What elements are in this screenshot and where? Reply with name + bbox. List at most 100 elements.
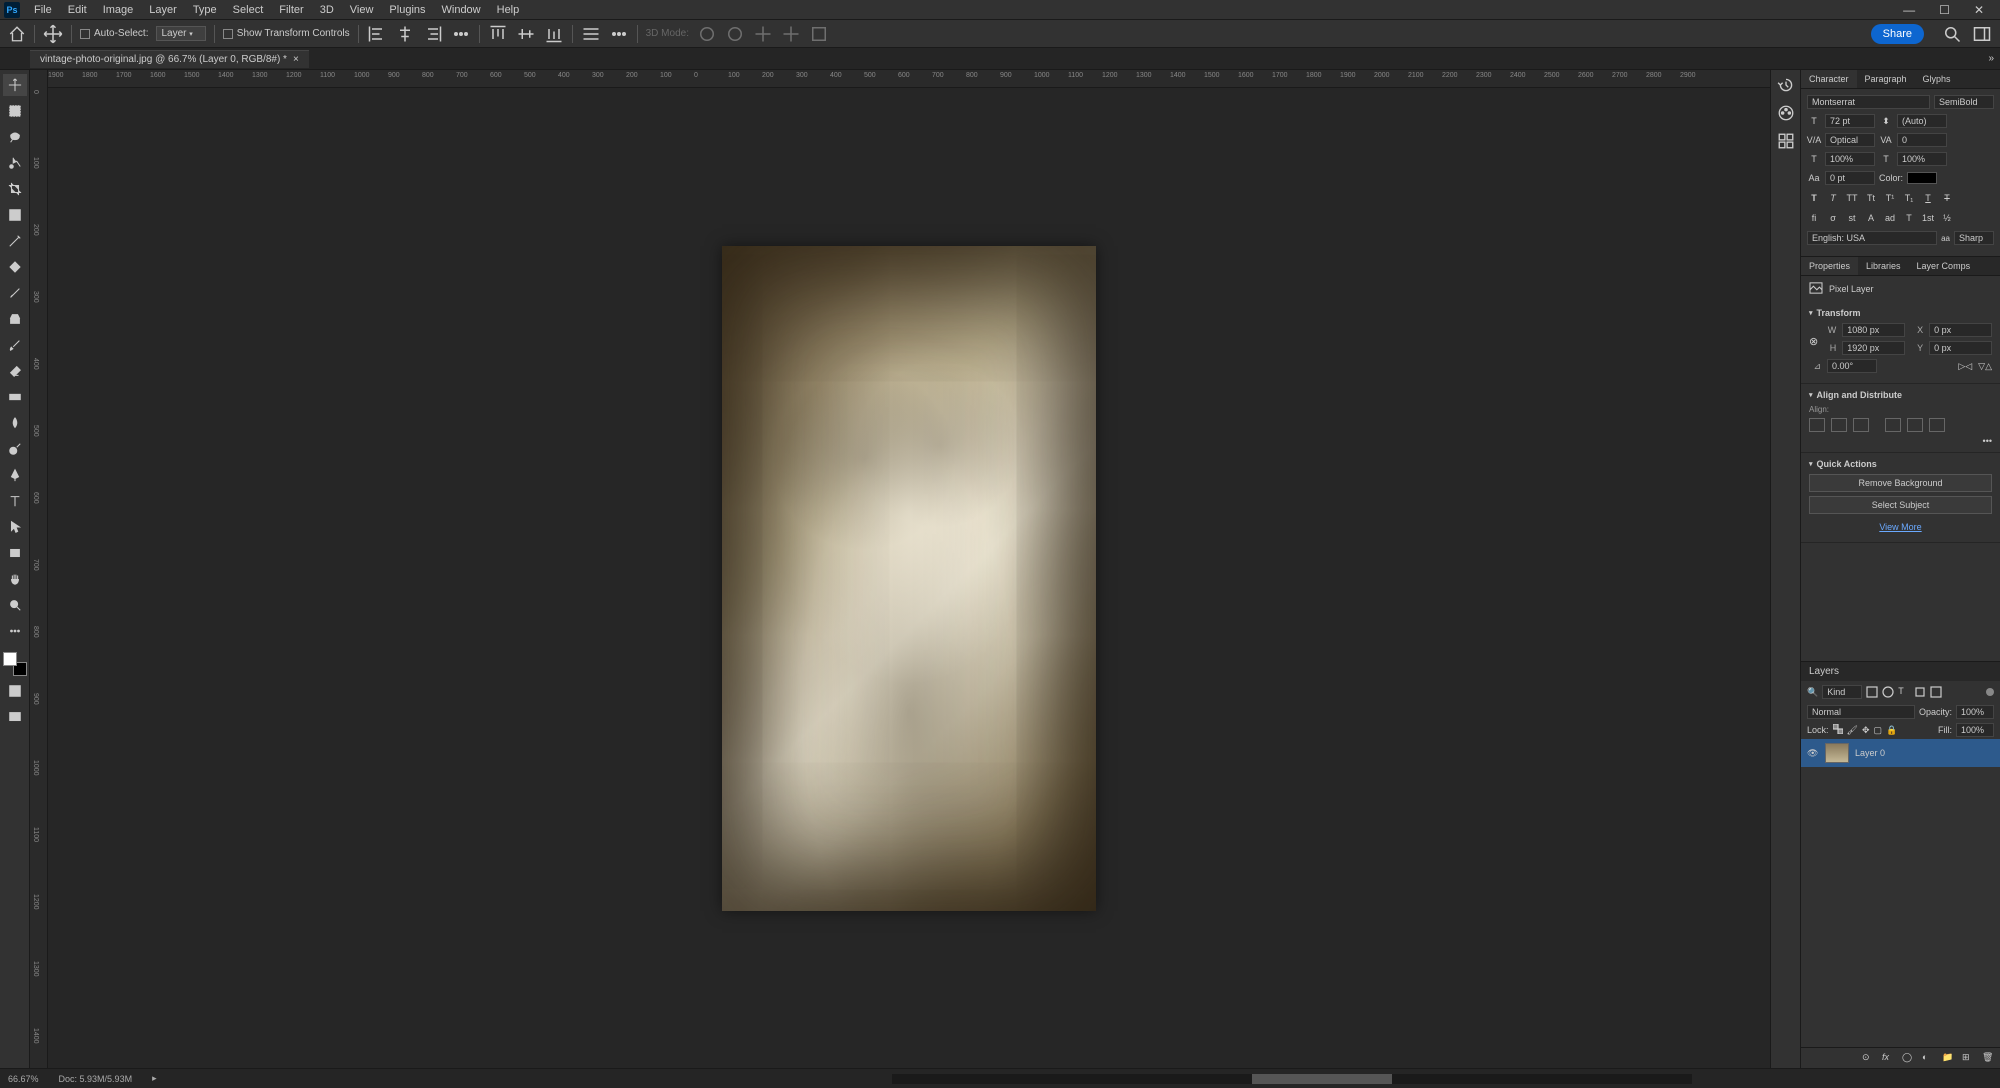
blend-mode-dropdown[interactable]: Normal <box>1807 705 1915 719</box>
history-brush-tool[interactable] <box>3 334 27 356</box>
allcaps-icon[interactable]: TT <box>1845 191 1859 205</box>
move-tool[interactable] <box>3 74 27 96</box>
font-size-field[interactable]: 72 pt <box>1825 114 1875 128</box>
delete-layer-icon[interactable]: 🗑 <box>1982 1052 1994 1064</box>
move-tool-icon[interactable] <box>43 25 63 43</box>
lock-pixels-icon[interactable]: 🖌 <box>1847 725 1858 736</box>
flip-v-icon[interactable]: ▽△ <box>1978 361 1992 372</box>
quick-select-tool[interactable] <box>3 152 27 174</box>
more-align-icon[interactable] <box>451 25 471 43</box>
align-right-icon[interactable] <box>423 25 443 43</box>
align-center-h-icon[interactable] <box>395 25 415 43</box>
align-v-centers-icon[interactable] <box>1907 418 1923 432</box>
foreground-color[interactable] <box>3 652 17 666</box>
align-section-title[interactable]: Align and Distribute <box>1809 390 1992 400</box>
frame-tool[interactable] <box>3 204 27 226</box>
subscript-icon[interactable]: T₁ <box>1902 191 1916 205</box>
transform-section-title[interactable]: Transform <box>1809 308 1992 318</box>
eyedropper-tool[interactable] <box>3 230 27 252</box>
vscale-field[interactable]: 100% <box>1825 152 1875 166</box>
layers-panel-title[interactable]: Layers <box>1801 662 2000 681</box>
ordinal-icon[interactable]: 1st <box>1921 211 1935 225</box>
doc-info-arrow[interactable]: ▸ <box>152 1073 157 1084</box>
view-more-link[interactable]: View More <box>1809 518 1992 536</box>
underline-icon[interactable]: T <box>1921 191 1935 205</box>
discretionary-icon[interactable]: st <box>1845 211 1859 225</box>
gradient-tool[interactable] <box>3 386 27 408</box>
swatches-panel-icon[interactable] <box>1777 132 1795 148</box>
layers-search-icon[interactable]: 🔍 <box>1807 687 1818 698</box>
show-transform-checkbox[interactable]: Show Transform Controls <box>223 28 350 39</box>
italic-icon[interactable]: T <box>1826 191 1840 205</box>
brush-tool[interactable] <box>3 282 27 304</box>
more-tools[interactable] <box>3 620 27 642</box>
eraser-tool[interactable] <box>3 360 27 382</box>
crop-tool[interactable] <box>3 178 27 200</box>
zoom-tool[interactable] <box>3 594 27 616</box>
horizontal-scrollbar[interactable] <box>892 1074 1692 1084</box>
leading-field[interactable]: (Auto) <box>1897 114 1947 128</box>
flip-h-icon[interactable]: ▷◁ <box>1958 361 1972 372</box>
filter-adjust-icon[interactable] <box>1882 686 1894 698</box>
align-h-centers-icon[interactable] <box>1831 418 1847 432</box>
dodge-tool[interactable] <box>3 438 27 460</box>
canvas-viewport[interactable] <box>48 88 1770 1068</box>
minimize-button[interactable]: — <box>1903 3 1915 17</box>
align-bottom-edges-icon[interactable] <box>1929 418 1945 432</box>
x-field[interactable]: 0 px <box>1929 323 1992 337</box>
tab-paragraph[interactable]: Paragraph <box>1857 70 1915 88</box>
align-top-edges-icon[interactable] <box>1885 418 1901 432</box>
lock-all-icon[interactable]: 🔒 <box>1886 725 1897 736</box>
angle-field[interactable]: 0.00° <box>1827 359 1877 373</box>
align-left-icon[interactable] <box>367 25 387 43</box>
clone-stamp-tool[interactable] <box>3 308 27 330</box>
width-field[interactable]: 1080 px <box>1842 323 1905 337</box>
distribute-icon[interactable] <box>581 25 601 43</box>
filter-smart-icon[interactable] <box>1930 686 1942 698</box>
hscale-field[interactable]: 100% <box>1897 152 1947 166</box>
filter-toggle[interactable] <box>1986 688 1994 696</box>
layer-name[interactable]: Layer 0 <box>1855 748 1885 758</box>
swash-icon[interactable]: A <box>1864 211 1878 225</box>
marquee-tool[interactable] <box>3 100 27 122</box>
contextual-icon[interactable]: σ <box>1826 211 1840 225</box>
workspace-icon[interactable] <box>1972 25 1992 43</box>
filter-shape-icon[interactable] <box>1914 686 1926 698</box>
link-dimensions-icon[interactable]: ⊗ <box>1809 335 1818 348</box>
color-panel-icon[interactable] <box>1777 104 1795 120</box>
menu-plugins[interactable]: Plugins <box>381 2 433 18</box>
fraction-icon[interactable]: ½ <box>1940 211 1954 225</box>
menu-view[interactable]: View <box>342 2 382 18</box>
type-tool[interactable] <box>3 490 27 512</box>
menu-type[interactable]: Type <box>185 2 225 18</box>
y-field[interactable]: 0 px <box>1929 341 1992 355</box>
document-tab[interactable]: vintage-photo-original.jpg @ 66.7% (Laye… <box>30 50 309 68</box>
lasso-tool[interactable] <box>3 126 27 148</box>
layer-item[interactable]: 👁 Layer 0 <box>1801 739 2000 767</box>
menu-file[interactable]: File <box>26 2 60 18</box>
color-swatches[interactable] <box>3 652 27 676</box>
document-canvas[interactable] <box>722 246 1096 911</box>
doc-info[interactable]: Doc: 5.93M/5.93M <box>59 1074 133 1084</box>
align-left-edges-icon[interactable] <box>1809 418 1825 432</box>
tracking-field[interactable]: 0 <box>1897 133 1947 147</box>
tab-glyphs[interactable]: Glyphs <box>1915 70 1959 88</box>
kerning-field[interactable]: Optical <box>1825 133 1875 147</box>
align-middle-icon[interactable] <box>516 25 536 43</box>
auto-select-dropdown[interactable]: Layer ▾ <box>156 26 205 41</box>
link-layers-icon[interactable]: ⊙ <box>1862 1052 1874 1064</box>
menu-layer[interactable]: Layer <box>141 2 185 18</box>
add-mask-icon[interactable]: ◯ <box>1902 1052 1914 1064</box>
titling-icon[interactable]: T <box>1902 211 1916 225</box>
font-style-field[interactable]: SemiBold <box>1934 95 1994 109</box>
filter-pixel-icon[interactable] <box>1866 686 1878 698</box>
search-icon[interactable] <box>1942 25 1962 43</box>
tab-libraries[interactable]: Libraries <box>1858 257 1909 275</box>
rectangle-tool[interactable] <box>3 542 27 564</box>
zoom-level[interactable]: 66.67% <box>8 1074 39 1084</box>
layers-filter-kind[interactable]: Kind <box>1822 685 1862 699</box>
maximize-button[interactable]: ☐ <box>1939 3 1950 17</box>
screen-mode-tool[interactable] <box>3 706 27 728</box>
path-select-tool[interactable] <box>3 516 27 538</box>
layer-thumbnail[interactable] <box>1825 743 1849 763</box>
